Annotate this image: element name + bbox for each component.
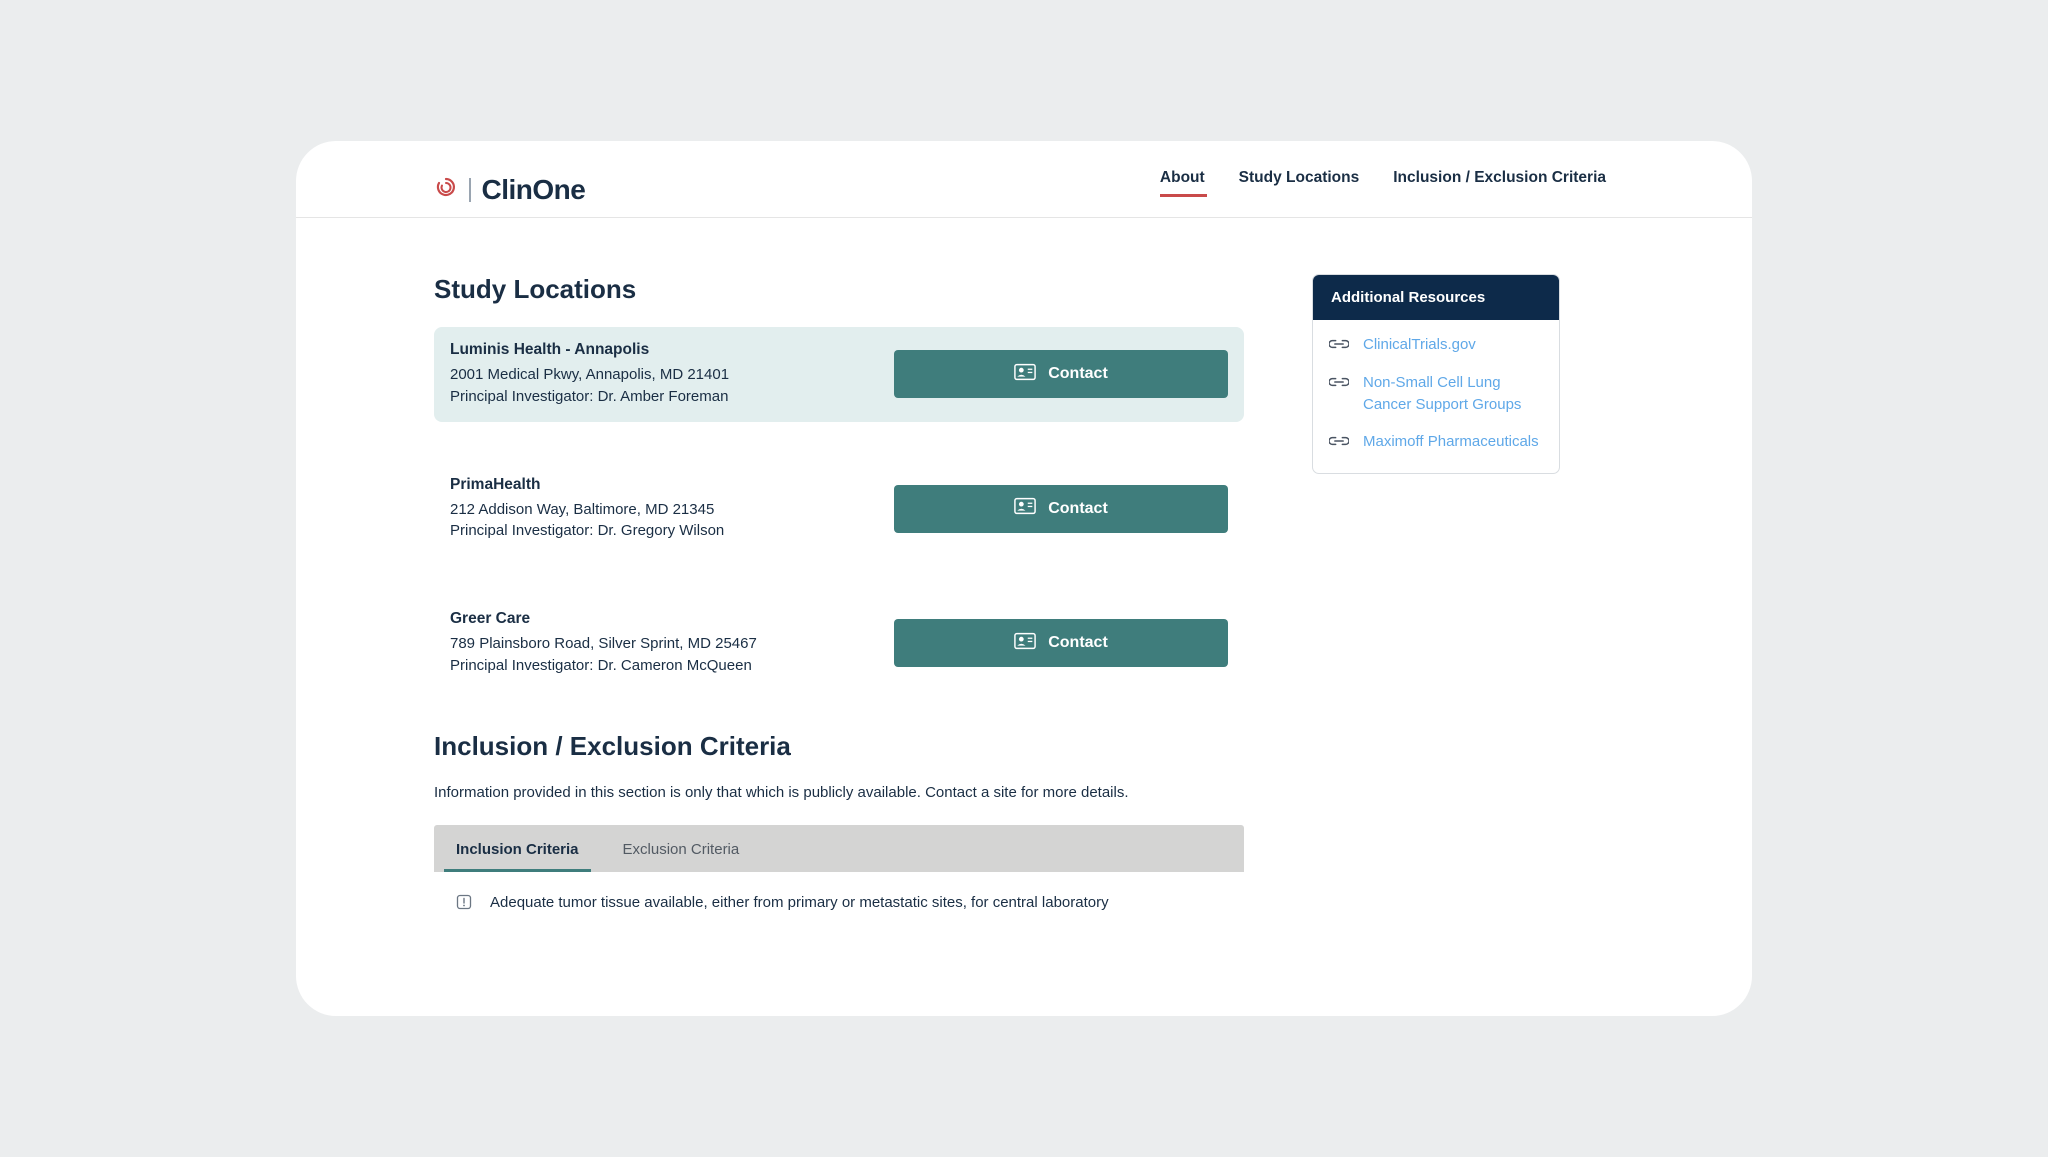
criteria-subtitle: Information provided in this section is … bbox=[434, 784, 1244, 801]
location-pi: Principal Investigator: Dr. Gregory Wils… bbox=[450, 520, 894, 542]
location-address: 2001 Medical Pkwy, Annapolis, MD 21401 bbox=[450, 364, 894, 386]
location-pi: Principal Investigator: Dr. Amber Forema… bbox=[450, 386, 894, 408]
main-column: Study Locations Luminis Health - Annapol… bbox=[434, 274, 1244, 935]
resource-link-support-groups[interactable]: Non-Small Cell Lung Cancer Support Group… bbox=[1363, 372, 1543, 416]
nav-inclusion-exclusion[interactable]: Inclusion / Exclusion Criteria bbox=[1393, 169, 1606, 211]
nav-about[interactable]: About bbox=[1160, 169, 1205, 211]
location-card[interactable]: PrimaHealth 212 Addison Way, Baltimore, … bbox=[434, 462, 1244, 557]
link-icon bbox=[1329, 372, 1349, 393]
location-info: PrimaHealth 212 Addison Way, Baltimore, … bbox=[450, 476, 894, 543]
resources-title: Additional Resources bbox=[1313, 275, 1559, 320]
logo-mark-icon bbox=[434, 176, 458, 205]
resource-item: ClinicalTrials.gov bbox=[1329, 334, 1543, 356]
brand-name: ClinOne bbox=[482, 174, 586, 206]
location-name: PrimaHealth bbox=[450, 476, 894, 494]
resources-card: Additional Resources ClinicalTrials.gov … bbox=[1312, 274, 1560, 474]
main-nav: About Study Locations Inclusion / Exclus… bbox=[1160, 169, 1686, 211]
location-info: Greer Care 789 Plainsboro Road, Silver S… bbox=[450, 610, 894, 677]
tab-inclusion[interactable]: Inclusion Criteria bbox=[434, 825, 601, 872]
criteria-text: Adequate tumor tissue available, either … bbox=[490, 892, 1109, 915]
location-pi: Principal Investigator: Dr. Cameron McQu… bbox=[450, 655, 894, 677]
contact-label: Contact bbox=[1048, 365, 1108, 383]
criteria-body: Adequate tumor tissue available, either … bbox=[434, 872, 1244, 935]
contact-card-icon bbox=[1014, 497, 1036, 520]
side-column: Additional Resources ClinicalTrials.gov … bbox=[1312, 274, 1560, 935]
criteria-tabs: Inclusion Criteria Exclusion Criteria bbox=[434, 825, 1244, 872]
contact-button[interactable]: Contact bbox=[894, 619, 1228, 667]
contact-button[interactable]: Contact bbox=[894, 485, 1228, 533]
location-card[interactable]: Greer Care 789 Plainsboro Road, Silver S… bbox=[434, 596, 1244, 691]
contact-label: Contact bbox=[1048, 500, 1108, 518]
contact-card-icon bbox=[1014, 363, 1036, 386]
criteria-title: Inclusion / Exclusion Criteria bbox=[434, 731, 1244, 762]
location-card[interactable]: Luminis Health - Annapolis 2001 Medical … bbox=[434, 327, 1244, 422]
logo-divider bbox=[469, 178, 471, 202]
location-address: 789 Plainsboro Road, Silver Sprint, MD 2… bbox=[450, 633, 894, 655]
resource-link-maximoff[interactable]: Maximoff Pharmaceuticals bbox=[1363, 431, 1539, 453]
criteria-item: Adequate tumor tissue available, either … bbox=[456, 892, 1222, 915]
location-address: 212 Addison Way, Baltimore, MD 21345 bbox=[450, 499, 894, 521]
info-icon bbox=[456, 892, 472, 915]
contact-label: Contact bbox=[1048, 634, 1108, 652]
contact-card-icon bbox=[1014, 632, 1036, 655]
resource-link-clinicaltrials[interactable]: ClinicalTrials.gov bbox=[1363, 334, 1476, 356]
resource-item: Non-Small Cell Lung Cancer Support Group… bbox=[1329, 372, 1543, 416]
nav-study-locations[interactable]: Study Locations bbox=[1239, 169, 1360, 211]
app-window: ClinOne About Study Locations Inclusion … bbox=[296, 141, 1752, 1016]
brand-logo: ClinOne bbox=[362, 174, 585, 206]
link-icon bbox=[1329, 431, 1349, 452]
tab-exclusion[interactable]: Exclusion Criteria bbox=[601, 825, 762, 872]
resources-body: ClinicalTrials.gov Non-Small Cell Lung C… bbox=[1313, 320, 1559, 473]
header: ClinOne About Study Locations Inclusion … bbox=[296, 141, 1752, 218]
criteria-section: Inclusion / Exclusion Criteria Informati… bbox=[434, 731, 1244, 935]
study-locations-title: Study Locations bbox=[434, 274, 1244, 305]
location-info: Luminis Health - Annapolis 2001 Medical … bbox=[450, 341, 894, 408]
contact-button[interactable]: Contact bbox=[894, 350, 1228, 398]
resource-item: Maximoff Pharmaceuticals bbox=[1329, 431, 1543, 453]
page-content: Study Locations Luminis Health - Annapol… bbox=[296, 218, 1752, 935]
location-name: Luminis Health - Annapolis bbox=[450, 341, 894, 359]
link-icon bbox=[1329, 334, 1349, 355]
location-name: Greer Care bbox=[450, 610, 894, 628]
